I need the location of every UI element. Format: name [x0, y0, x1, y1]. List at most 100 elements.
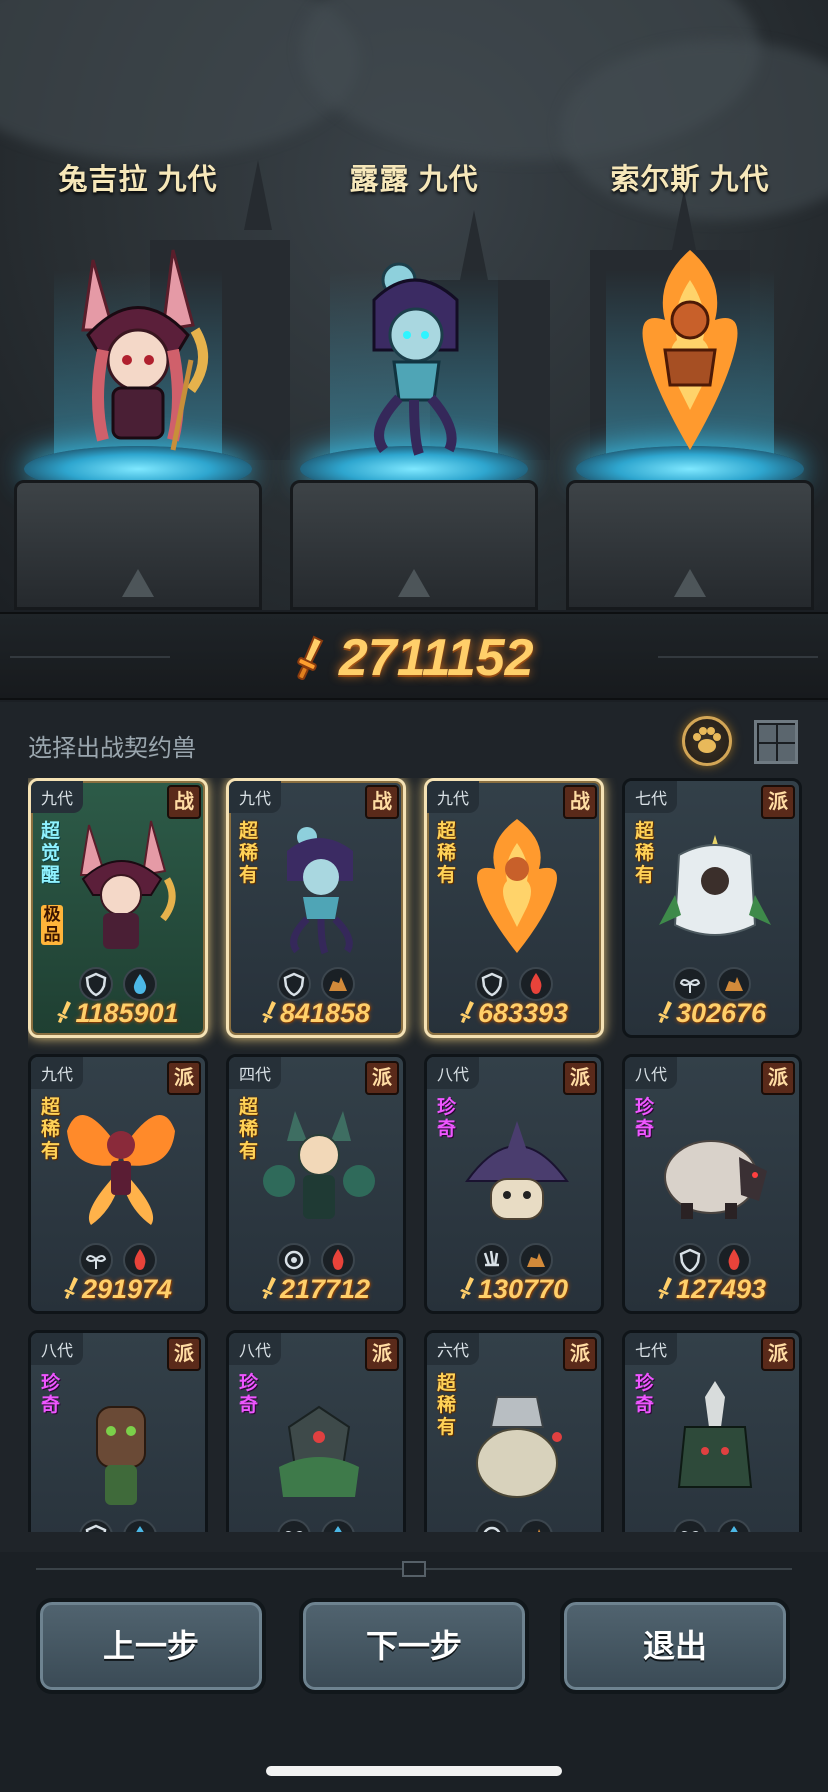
- card-grid: 九代 战 超觉醒 极品 1185901 九代 战 超稀有 841858 九代 战…: [28, 778, 802, 1532]
- water-drop-icon: [321, 1519, 356, 1532]
- card-power: 127493: [625, 1274, 799, 1305]
- fox-sorceress-figure: [263, 1111, 375, 1219]
- fire-icon: [717, 1243, 752, 1277]
- beast-card[interactable]: 八代 派 珍奇 127493: [622, 1054, 802, 1314]
- bottom-bar: 上一步 下一步 退出: [0, 1552, 828, 1792]
- fire-icon: [123, 1243, 158, 1277]
- thorn-knight-figure: [677, 1381, 753, 1488]
- power-sword-icon: [657, 1001, 672, 1023]
- role-badge: 派: [761, 1061, 795, 1095]
- earth-icon: [321, 967, 356, 1001]
- beast-card[interactable]: 九代 战 超稀有 841858: [226, 778, 406, 1038]
- beast-card[interactable]: 八代 派 珍奇: [28, 1330, 208, 1532]
- role-badge: 派: [365, 1061, 399, 1095]
- grid-view-button[interactable]: [754, 720, 798, 764]
- rarity-label: 珍奇: [437, 1097, 457, 1140]
- beast-card[interactable]: 九代 战 超稀有 683393: [424, 778, 604, 1038]
- paw-filter-button[interactable]: [682, 716, 732, 766]
- rarity-label: 珍奇: [635, 1373, 655, 1416]
- role-badge: 派: [563, 1337, 597, 1371]
- next-step-button[interactable]: 下一步: [299, 1598, 529, 1694]
- generation-label: 八代: [427, 1057, 480, 1089]
- generation-label: 四代: [229, 1057, 282, 1089]
- shadow-girl-figure: [287, 827, 353, 955]
- home-indicator[interactable]: [266, 1766, 562, 1776]
- generation-label: 九代: [427, 781, 480, 813]
- hero-slot-3[interactable]: 索尔斯 九代: [552, 0, 828, 610]
- hero-slot-1[interactable]: 兔吉拉 九代: [0, 0, 276, 610]
- rarity-label: 超稀有: [437, 821, 457, 886]
- earth-icon: [519, 1243, 554, 1277]
- card-power: 683393: [427, 998, 601, 1029]
- shield-icon: [78, 967, 113, 1001]
- rabbit-mage-figure: [79, 820, 176, 949]
- power-sword-icon: [459, 1001, 474, 1023]
- flame-spirit-figure: [642, 250, 738, 450]
- fire-icon: [321, 1243, 356, 1277]
- beast-card[interactable]: 七代 派 超稀有 302676: [622, 778, 802, 1038]
- pedestal: [14, 480, 262, 610]
- claw-icon: [474, 1243, 509, 1277]
- pedestal: [290, 480, 538, 610]
- shadow-girl-figure: [372, 262, 459, 456]
- role-badge: 派: [167, 1337, 201, 1371]
- exit-button[interactable]: 退出: [560, 1598, 790, 1694]
- card-power: 291974: [31, 1274, 205, 1305]
- beast-card[interactable]: 八代 派 珍奇: [226, 1330, 406, 1532]
- beast-card[interactable]: 九代 派 超稀有 291974: [28, 1054, 208, 1314]
- generation-label: 九代: [229, 781, 282, 813]
- shield-icon: [78, 1519, 113, 1532]
- beast-card[interactable]: 六代 派 超稀有: [424, 1330, 604, 1532]
- hero-name: 露露 九代: [349, 164, 479, 196]
- leaf-icon: [672, 1519, 707, 1532]
- spirit-icon: [474, 1519, 509, 1532]
- card-power: 130770: [427, 1274, 601, 1305]
- generation-label: 六代: [427, 1333, 480, 1365]
- generation-label: 八代: [229, 1333, 282, 1365]
- rarity-label: 超稀有: [437, 1373, 457, 1438]
- beast-card[interactable]: 九代 战 超觉醒 极品 1185901: [28, 778, 208, 1038]
- generation-label: 八代: [31, 1333, 84, 1365]
- beast-card[interactable]: 八代 派 珍奇 130770: [424, 1054, 604, 1314]
- leaf-icon: [78, 1243, 113, 1277]
- card-power: 217712: [229, 1274, 403, 1305]
- quality-badge: 极品: [41, 905, 63, 945]
- armored-dino-figure: [476, 1396, 562, 1498]
- generation-label: 七代: [625, 781, 678, 813]
- hero-name: 兔吉拉 九代: [58, 164, 218, 196]
- power-sword-icon: [657, 1277, 672, 1299]
- leaf-icon: [276, 1519, 311, 1532]
- rabbit-mage-figure: [81, 249, 209, 451]
- generation-label: 七代: [625, 1333, 678, 1365]
- rarity-label: 超稀有: [635, 821, 655, 886]
- rarity-label: 珍奇: [635, 1097, 655, 1140]
- paw-icon: [693, 727, 721, 753]
- rarity-label: 超稀有: [239, 1097, 259, 1162]
- role-badge: 派: [761, 1337, 795, 1371]
- selection-panel: 选择出战契约兽 九代 战 超觉醒 极品 1185901 九代 战 超稀有 841…: [0, 702, 828, 1552]
- beast-card[interactable]: 七代 派 珍奇: [622, 1330, 802, 1532]
- rarity-label: 超稀有: [41, 1097, 61, 1162]
- rarity-label: 超觉醒: [41, 821, 61, 886]
- generation-label: 九代: [31, 781, 84, 813]
- water-drop-icon: [123, 1519, 158, 1532]
- power-sword-icon: [57, 1001, 72, 1023]
- beast-card[interactable]: 四代 派 超稀有 217712: [226, 1054, 406, 1314]
- fire-icon: [519, 967, 554, 1001]
- role-badge: 派: [761, 785, 795, 819]
- role-badge: 派: [167, 1061, 201, 1095]
- generation-label: 八代: [625, 1057, 678, 1089]
- role-badge: 派: [365, 1337, 399, 1371]
- pedestal: [566, 480, 814, 610]
- shield-icon: [474, 967, 509, 1001]
- hero-slot-2[interactable]: 露露 九代: [276, 0, 552, 610]
- shield-icon: [276, 967, 311, 1001]
- prev-step-button[interactable]: 上一步: [36, 1598, 266, 1694]
- owl-beast-figure: [659, 835, 771, 936]
- boar-beast-figure: [664, 1140, 767, 1219]
- card-power: 302676: [625, 998, 799, 1029]
- rarity-label: 珍奇: [41, 1373, 61, 1416]
- generation-label: 九代: [31, 1057, 84, 1089]
- panel-title: 选择出战契约兽: [28, 735, 196, 762]
- plant-lizard-figure: [279, 1405, 359, 1497]
